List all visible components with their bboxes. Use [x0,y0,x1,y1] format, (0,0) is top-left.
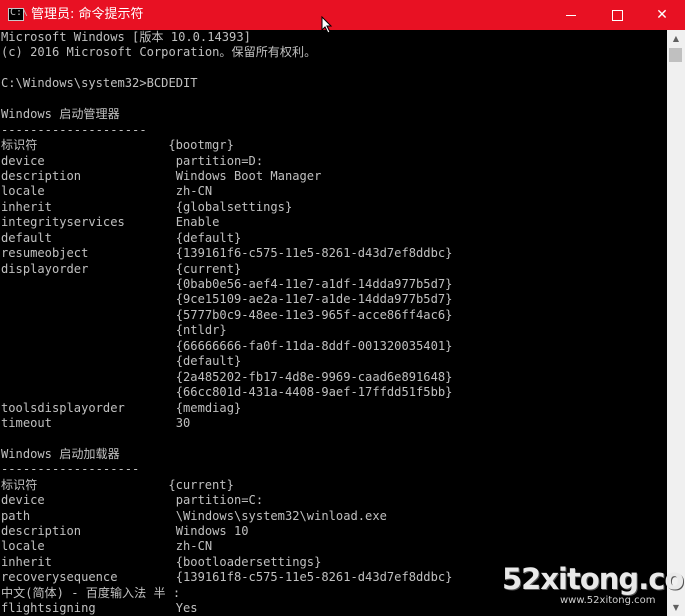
site-watermark: 52xitong.com www.52xitong.com [502,562,685,608]
console-line: timeout 30 [1,415,191,430]
console-line: {66666666-fa0f-11da-8ddf-001320035401} [1,338,453,353]
cmd-app-icon[interactable]: C:\ [8,7,28,21]
title-bar[interactable]: C:\ 管理员: 命令提示符 ✕ [0,0,685,34]
console-line: -------------------- [1,122,147,137]
scroll-thumb[interactable] [669,48,682,62]
console-line: ------------------- [1,462,140,477]
minimize-icon [566,14,576,16]
console-line: resumeobject {139161f6-c575-11e5-8261-d4… [1,246,453,261]
scroll-up-arrow-icon[interactable]: ▲ [667,30,685,47]
console-output[interactable]: Microsoft Windows [版本 10.0.14393] (c) 201… [1,30,665,616]
console-line: path \Windows\system32\winload.exe [1,508,387,523]
maximize-icon [611,9,623,21]
console-line: default {default} [1,230,242,245]
console-line: Microsoft Windows [版本 10.0.14393] [1,30,251,44]
console-line: 标识符 {bootmgr} [1,138,234,153]
cmd-icon-glyph: C:\ [10,7,29,18]
close-button[interactable]: ✕ [639,0,685,30]
watermark-logo-text: 52xitong.com [502,562,685,596]
console-line: {ntldr} [1,323,227,338]
watermark-subtext: www.52xitong.com [560,595,656,606]
console-line: 标识符 {current} [1,477,234,492]
console-line: {default} [1,354,242,369]
console-line: device partition=D: [1,153,264,168]
console-line: locale zh-CN [1,184,213,199]
console-line: displayorder {current} [1,261,242,276]
console-line: locale zh-CN [1,539,213,554]
maximize-button[interactable] [594,0,640,30]
console-line: C:\Windows\system32>BCDEDIT [1,76,198,91]
console-line: inherit {globalsettings} [1,199,293,214]
close-icon: ✕ [656,7,668,23]
vertical-scrollbar[interactable]: ▲ ▼ [667,30,685,616]
console-line: Windows 启动管理器 [1,107,120,122]
console-line: Windows 启动加载器 [1,446,120,461]
console-line: device partition=C: [1,493,264,508]
command-prompt-window: C:\ 管理员: 命令提示符 ✕ Microsoft Windows [版本 1… [0,0,685,616]
console-line: (c) 2016 Microsoft Corporation。保留所有权利。 [1,45,317,60]
console-line: integrityservices Enable [1,215,220,230]
console-line: description Windows Boot Manager [1,168,322,183]
console-line: {0bab0e56-aef4-11e7-a1df-14dda977b5d7} [1,277,453,291]
console-line: toolsdisplayorder {memdiag} [1,400,242,415]
window-title: 管理员: 命令提示符 [31,7,144,22]
console-line: description Windows 10 [1,524,249,538]
console-line: {2a485202-fb17-4d8e-9969-caad6e891648} [1,369,453,384]
console-line: {9ce15109-ae2a-11e7-a1de-14dda977b5d7} [1,292,453,307]
console-line: {66cc801d-431a-4408-9aef-17ffdd51f5bb} [1,385,453,400]
console-line: {5777b0c9-48ee-11e3-965f-acce86ff4ac6} [1,307,453,322]
minimize-button[interactable] [548,0,594,30]
